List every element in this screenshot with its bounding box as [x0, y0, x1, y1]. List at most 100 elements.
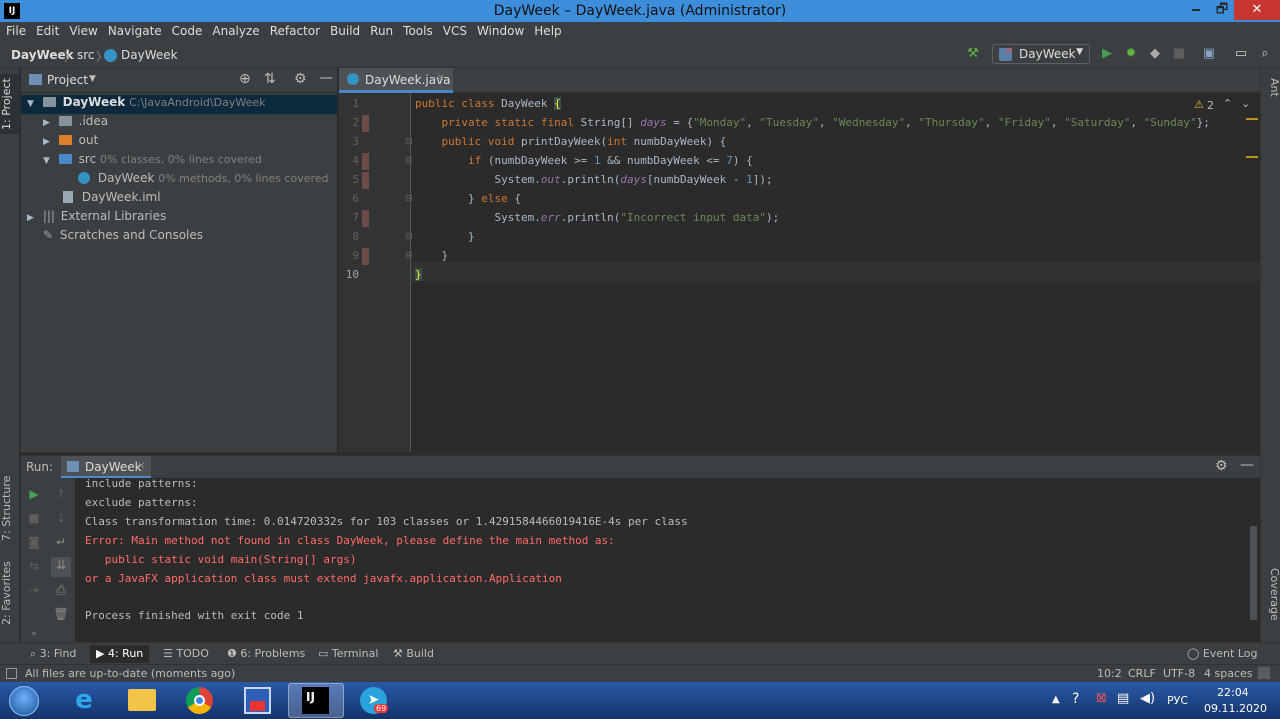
chevron-down-icon[interactable]: ▼ — [89, 74, 96, 84]
menu-help[interactable]: Help — [528, 22, 565, 38]
menu-view[interactable]: View — [63, 22, 101, 38]
tray-expand-icon[interactable]: ▲ — [1052, 694, 1060, 705]
tool-find[interactable]: ⌕ 3: Find — [30, 647, 76, 661]
rerun-icon[interactable]: ▶ — [26, 486, 42, 502]
project-structure-icon[interactable]: ▣ — [1201, 46, 1217, 62]
camera-icon[interactable]: ◙ — [26, 534, 42, 550]
previous-highlight-icon[interactable]: ⌃ — [1223, 97, 1232, 110]
start-button[interactable] — [4, 683, 44, 718]
fold-icon[interactable]: ⊟ — [405, 251, 413, 261]
editor-tab-dayweek[interactable]: DayWeek.java ✕ — [339, 68, 453, 93]
tab-project[interactable]: 1: Project — [0, 74, 20, 134]
tab-structure[interactable]: 7: Structure — [0, 468, 20, 548]
breadcrumb-src[interactable]: src — [77, 48, 95, 62]
tray-network-icon[interactable]: ▤ — [1117, 691, 1129, 706]
trash-icon[interactable]: 🗑 — [53, 606, 69, 622]
stop-icon[interactable]: ■ — [26, 510, 42, 526]
fold-icon[interactable]: ⊟ — [405, 194, 413, 204]
down-arrow-icon[interactable]: ↓ — [53, 510, 69, 526]
clock-date[interactable]: 09.11.2020 — [1204, 702, 1267, 715]
warning-icon[interactable]: ⚠ — [1194, 98, 1204, 111]
menu-code[interactable]: Code — [166, 22, 207, 38]
tree-item-dayweek-class[interactable]: DayWeek 0% methods, 0% lines covered — [78, 171, 329, 190]
stop-icon[interactable]: ■ — [1171, 46, 1187, 62]
tool-run[interactable]: ▶ 4: Run — [90, 645, 150, 663]
tab-favorites[interactable]: 2: Favorites — [0, 558, 20, 628]
taskbar-explorer[interactable] — [114, 683, 170, 718]
collapse-all-icon[interactable]: ⇅ — [264, 71, 276, 87]
minimize-button[interactable]: 🗕 — [1182, 0, 1210, 20]
menu-refactor[interactable]: Refactor — [264, 22, 324, 38]
menu-window[interactable]: Window — [471, 22, 528, 38]
next-highlight-icon[interactable]: ⌄ — [1241, 97, 1250, 110]
fold-icon[interactable]: ⊟ — [405, 232, 413, 242]
locate-icon[interactable]: ⊕ — [239, 71, 251, 87]
tool-build[interactable]: ⚒ Build — [393, 647, 434, 660]
file-encoding[interactable]: UTF-8 — [1163, 667, 1195, 680]
debug-icon[interactable]: ✹ — [1123, 46, 1139, 62]
clock-time[interactable]: 22:04 — [1217, 686, 1249, 699]
fold-icon[interactable]: ⊟ — [405, 156, 413, 166]
close-tab-icon[interactable]: ✕ — [137, 461, 145, 472]
restore-button[interactable]: 🗗 — [1208, 0, 1236, 20]
restore-layout-icon[interactable]: ⇆ — [26, 558, 42, 574]
tab-ant[interactable]: Ant — [1263, 78, 1280, 118]
tree-item-external-libraries[interactable]: ▶ ||| External Libraries — [27, 209, 166, 228]
taskbar-internet-explorer[interactable]: e — [56, 683, 112, 718]
hide-panel-icon[interactable]: — — [319, 70, 333, 86]
taskbar-chrome[interactable] — [172, 683, 228, 718]
soft-wrap-icon[interactable]: ↵ — [53, 534, 69, 550]
menu-run[interactable]: Run — [364, 22, 397, 38]
menu-build[interactable]: Build — [324, 22, 364, 38]
menu-analyze[interactable]: Analyze — [206, 22, 263, 38]
coverage-icon[interactable]: ◆ — [1147, 46, 1163, 62]
tray-volume-icon[interactable]: ◀) — [1140, 691, 1155, 706]
hide-panel-icon[interactable]: — — [1240, 457, 1254, 473]
tree-item-project-root[interactable]: ▼ DayWeek C:\JavaAndroid\DayWeek — [21, 95, 337, 114]
close-button[interactable]: ✕ — [1234, 0, 1280, 20]
close-tab-icon[interactable]: ✕ — [437, 73, 445, 84]
status-message[interactable]: All files are up-to-date (moments ago) — [25, 667, 235, 680]
tray-network-error-icon[interactable]: ⊠ — [1096, 691, 1107, 706]
warning-stripe-marker[interactable] — [1246, 156, 1258, 158]
caret-position[interactable]: 10:2 — [1097, 667, 1122, 680]
tree-item-out[interactable]: ▶ out — [43, 133, 98, 152]
tool-event-log[interactable]: ◯ Event Log — [1187, 647, 1257, 660]
menu-tools[interactable]: Tools — [397, 22, 437, 38]
project-view-selector[interactable]: Project — [47, 73, 88, 87]
search-everywhere-icon[interactable]: ⌕ — [1257, 46, 1273, 62]
breadcrumb-file[interactable]: DayWeek — [121, 48, 178, 62]
tree-item-iml[interactable]: DayWeek.iml — [63, 190, 161, 209]
indent-setting[interactable]: 4 spaces — [1204, 667, 1253, 680]
toggle-presentation-icon[interactable]: ▭ — [1233, 46, 1249, 62]
taskbar-telegram[interactable]: ➤ 69 — [346, 683, 402, 718]
more-icon[interactable]: » — [26, 626, 42, 642]
gear-icon[interactable]: ⚙ — [294, 71, 307, 87]
build-hammer-icon[interactable]: ⚒ — [965, 46, 981, 62]
run-icon[interactable]: ▶ — [1099, 46, 1115, 62]
tree-item-scratches[interactable]: ✎ Scratches and Consoles — [43, 228, 203, 247]
menu-navigate[interactable]: Navigate — [102, 22, 166, 38]
menu-file[interactable]: File — [0, 22, 30, 38]
taskbar-save-app[interactable] — [230, 683, 286, 718]
tray-help-icon[interactable]: ? — [1072, 691, 1079, 707]
tree-item-idea[interactable]: ▶ .idea — [43, 114, 108, 133]
menu-vcs[interactable]: VCS — [437, 22, 471, 38]
print-icon[interactable]: ⎙ — [53, 582, 69, 598]
exit-icon[interactable]: ⇥ — [26, 582, 42, 598]
line-separator[interactable]: CRLF — [1128, 667, 1156, 680]
gear-icon[interactable]: ⚙ — [1215, 458, 1228, 474]
tab-coverage[interactable]: Coverage — [1263, 568, 1280, 638]
up-arrow-icon[interactable]: ↑ — [53, 486, 69, 502]
tool-terminal[interactable]: ▭ Terminal — [318, 647, 378, 660]
menu-edit[interactable]: Edit — [30, 22, 63, 38]
lock-icon[interactable] — [1258, 667, 1270, 679]
status-square-icon[interactable] — [6, 668, 17, 679]
run-configuration-dropdown[interactable]: ✕ DayWeek ▼ — [992, 44, 1090, 64]
tool-todo[interactable]: ☰ TODO — [163, 647, 209, 660]
keyboard-language[interactable]: РУС — [1167, 694, 1188, 707]
tool-problems[interactable]: ❶ 6: Problems — [227, 647, 305, 660]
scroll-to-end-icon[interactable]: ⇊ — [51, 557, 71, 577]
tree-item-src[interactable]: ▼ src 0% classes, 0% lines covered — [43, 152, 262, 171]
fold-icon[interactable]: ⊟ — [405, 137, 413, 147]
